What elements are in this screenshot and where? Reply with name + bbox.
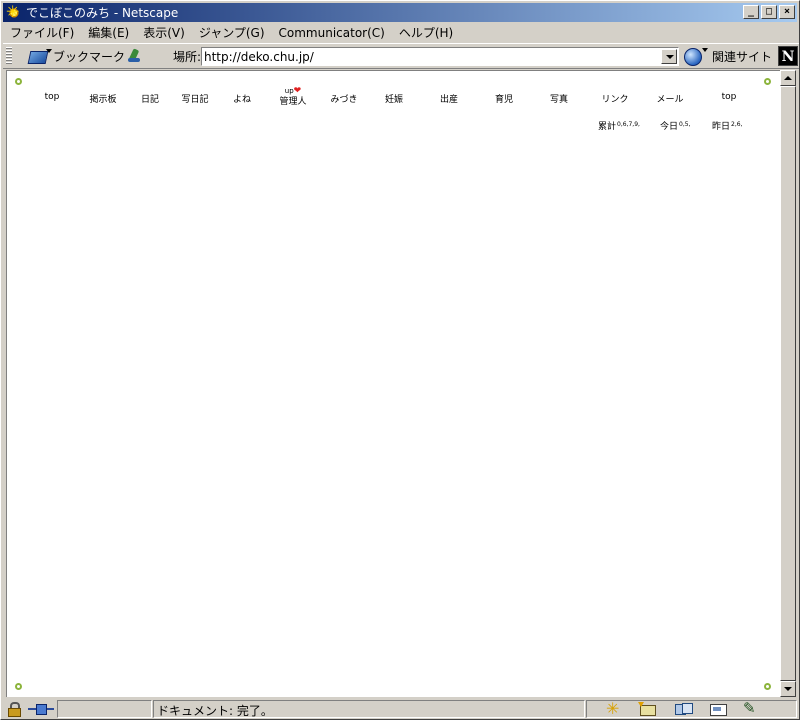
netscape-logo[interactable]: N bbox=[778, 46, 798, 66]
menu-go[interactable]: ジャンプ(G) bbox=[192, 24, 272, 41]
netscape-app-icon[interactable] bbox=[6, 3, 22, 21]
window-controls: _ □ × bbox=[741, 5, 795, 19]
menu-edit[interactable]: 編集(E) bbox=[81, 24, 136, 41]
bookmark-icon[interactable] bbox=[27, 48, 52, 64]
title-bar[interactable]: でこぼこのみち - Netscape _ □ × bbox=[3, 3, 797, 22]
counter-yesterday: 昨日2,6, bbox=[712, 119, 742, 132]
address-book-icon[interactable] bbox=[708, 702, 728, 716]
corner-ornament-icon bbox=[764, 683, 771, 690]
page-proxy-icon[interactable] bbox=[126, 48, 142, 64]
url-dropdown-button[interactable] bbox=[661, 49, 677, 64]
nav-link-top-2[interactable]: top bbox=[722, 92, 737, 102]
menu-file[interactable]: ファイル(F) bbox=[3, 24, 81, 41]
security-lock-icon[interactable] bbox=[7, 702, 21, 717]
nav-link-diary[interactable]: 日記 bbox=[141, 92, 159, 105]
nav-link-admin[interactable]: up❤ 管理人 bbox=[279, 86, 306, 108]
counter-today-value: 0,5, bbox=[679, 121, 691, 128]
status-text: ドキュメント: 完了。 bbox=[157, 704, 273, 718]
menu-bar: ファイル(F) 編集(E) 表示(V) ジャンプ(G) Communicator… bbox=[3, 23, 797, 42]
toolbar-grip[interactable] bbox=[6, 47, 12, 65]
nav-link-links[interactable]: リンク bbox=[601, 92, 628, 105]
vertical-scrollbar[interactable] bbox=[780, 70, 796, 697]
nav-link-photo-diary[interactable]: 写日記 bbox=[181, 92, 208, 105]
menu-help[interactable]: ヘルプ(H) bbox=[392, 24, 460, 41]
nav-link-yone[interactable]: よね bbox=[233, 92, 251, 105]
counter-total-label: 累計 bbox=[598, 122, 617, 132]
related-sites-button[interactable]: 関連サイト bbox=[712, 48, 772, 65]
nav-link-childcare[interactable]: 育児 bbox=[495, 92, 513, 105]
scroll-thumb[interactable] bbox=[780, 86, 796, 681]
minimize-button[interactable]: _ bbox=[743, 5, 759, 19]
navigator-icon[interactable] bbox=[604, 699, 624, 718]
counter-yesterday-value: 2,6, bbox=[731, 121, 743, 128]
url-input[interactable] bbox=[203, 49, 661, 64]
nav-link-bbs[interactable]: 掲示板 bbox=[89, 92, 116, 105]
bookmarks-button[interactable]: ブックマーク bbox=[53, 48, 125, 65]
online-status-icon[interactable] bbox=[28, 704, 54, 715]
close-button[interactable]: × bbox=[779, 5, 795, 19]
corner-ornament-icon bbox=[15, 78, 22, 85]
nav-link-mail[interactable]: メール bbox=[656, 92, 683, 105]
inbox-icon[interactable] bbox=[638, 702, 658, 716]
counter-yesterday-label: 昨日 bbox=[712, 122, 731, 132]
location-label: 場所: bbox=[173, 50, 202, 64]
heart-icon: ❤ bbox=[293, 86, 302, 96]
nav-link-admin-label: 管理人 bbox=[279, 97, 307, 107]
window-title: でこぼこのみち - Netscape bbox=[26, 6, 179, 20]
nav-link-photos[interactable]: 写真 bbox=[550, 92, 568, 105]
maximize-button[interactable]: □ bbox=[761, 5, 777, 19]
location-toolbar: ブックマーク 場所: 関連サイト N bbox=[3, 43, 799, 69]
counter-today-label: 今日 bbox=[660, 122, 679, 132]
nav-link-mizuki[interactable]: みづき bbox=[330, 92, 357, 105]
progress-cell bbox=[57, 700, 152, 718]
page-content: top 掲示板 日記 写日記 よね up❤ 管理人 みづき 妊娠 出産 育児 写… bbox=[6, 70, 780, 697]
counter-total-value: 0,6,7,9, bbox=[617, 121, 640, 128]
counter-total: 累計0,6,7,9, bbox=[598, 119, 640, 132]
menu-communicator[interactable]: Communicator(C) bbox=[272, 26, 392, 40]
browser-window: でこぼこのみち - Netscape _ □ × ファイル(F) 編集(E) 表… bbox=[0, 0, 800, 720]
corner-ornament-icon bbox=[764, 78, 771, 85]
menu-view[interactable]: 表示(V) bbox=[136, 24, 192, 41]
nav-link-birth[interactable]: 出産 bbox=[440, 92, 458, 105]
status-bar: ドキュメント: 完了。 bbox=[3, 699, 799, 719]
newsgroups-icon[interactable] bbox=[673, 702, 693, 716]
scroll-down-button[interactable] bbox=[780, 681, 796, 697]
related-sites-icon[interactable] bbox=[684, 47, 708, 66]
location-field bbox=[201, 47, 679, 66]
counter-today: 今日0,5, bbox=[660, 119, 690, 132]
scroll-up-button[interactable] bbox=[780, 70, 796, 86]
corner-ornament-icon bbox=[15, 683, 22, 690]
nav-link-top[interactable]: top bbox=[45, 92, 60, 102]
composer-icon[interactable] bbox=[741, 699, 761, 717]
nav-link-pregnancy[interactable]: 妊娠 bbox=[385, 92, 403, 105]
update-marker: up bbox=[284, 87, 294, 95]
